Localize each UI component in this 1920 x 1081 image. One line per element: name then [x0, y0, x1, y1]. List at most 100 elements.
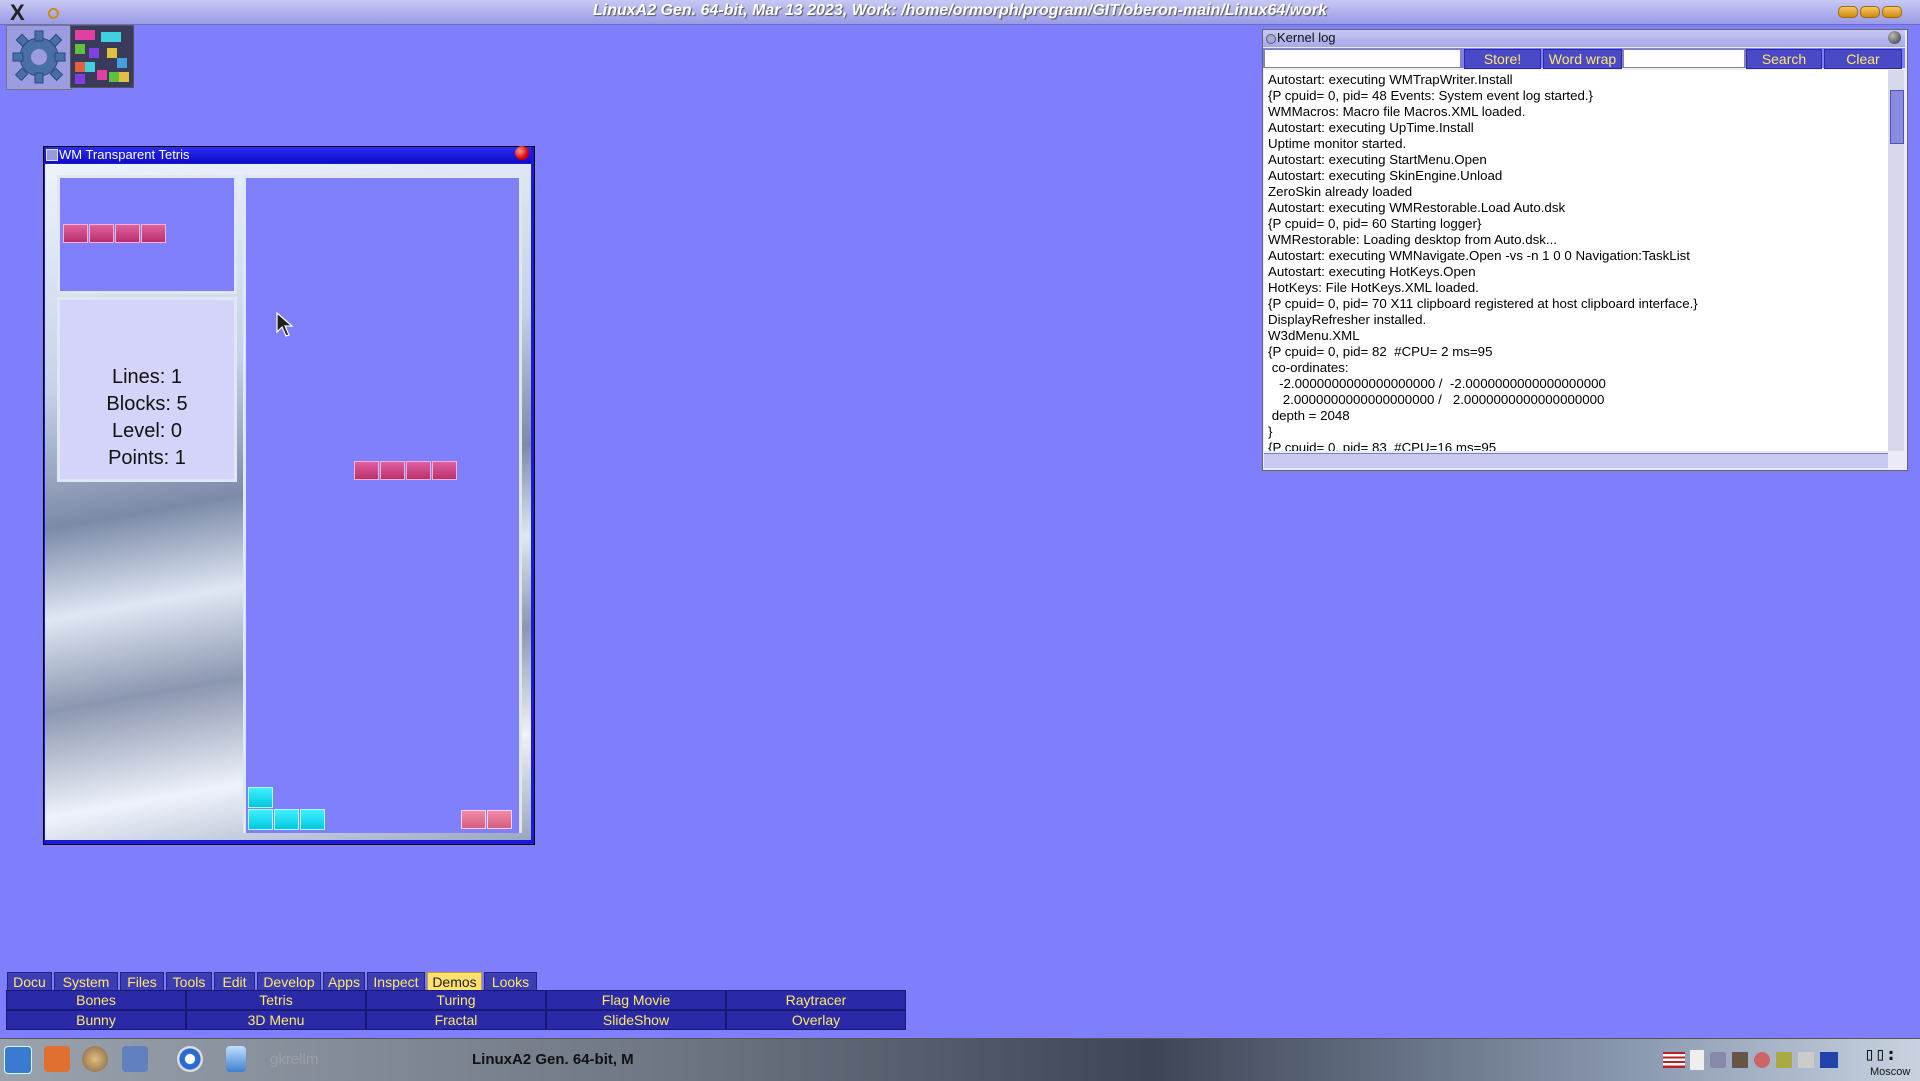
preview-block	[115, 224, 140, 243]
log-line: DisplayRefresher installed.	[1268, 312, 1427, 327]
menu-item-fractal[interactable]: Fractal	[366, 1010, 546, 1030]
home-icon[interactable]	[44, 1046, 70, 1072]
tetris-close-button[interactable]	[515, 146, 529, 160]
log-line: depth = 2048	[1268, 408, 1350, 423]
preview-block	[63, 224, 88, 243]
chromium-icon[interactable]	[177, 1046, 203, 1072]
tab-edit[interactable]: Edit	[214, 972, 255, 992]
tab-system[interactable]: System	[54, 972, 118, 992]
color-icon[interactable]	[1754, 1052, 1770, 1068]
log-line: WMMacros: Macro file Macros.XML loaded.	[1268, 104, 1526, 119]
maximize-button[interactable]	[1860, 6, 1880, 18]
tab-docu[interactable]: Docu	[7, 972, 52, 992]
horizontal-scrollbar[interactable]	[1264, 453, 1888, 468]
menu-item-raytracer[interactable]: Raytracer	[726, 990, 906, 1010]
tetris-window-title: WM Transparent Tetris	[59, 147, 190, 162]
log-line: Autostart: executing WMRestorable.Load A…	[1268, 200, 1566, 215]
tab-develop[interactable]: Develop	[257, 972, 321, 992]
log-line: Autostart: executing StartMenu.Open	[1268, 152, 1487, 167]
falling-block	[354, 461, 379, 480]
level-stat: Level: 0	[111, 420, 183, 442]
clock-icon[interactable]: ▯▯:	[1864, 1044, 1914, 1065]
preview-block	[141, 224, 166, 243]
search-input[interactable]	[1623, 49, 1745, 68]
landed-block	[248, 787, 273, 808]
log-line: {P cpuid= 0, pid= 83 #CPU=16 ms=95	[1268, 440, 1497, 451]
clipboard-icon[interactable]	[1690, 1050, 1704, 1070]
settings-gear-icon[interactable]	[6, 25, 72, 90]
tab-looks[interactable]: Looks	[484, 972, 537, 992]
menu-item-slideshow[interactable]: SlideShow	[546, 1010, 726, 1030]
kernel-log-close-button[interactable]	[1888, 31, 1901, 44]
printer-icon[interactable]	[1798, 1052, 1814, 1068]
log-line: }	[1268, 424, 1273, 439]
system-tray[interactable]	[1660, 1046, 1840, 1074]
kernel-log-title: Kernel log	[1277, 30, 1336, 45]
log-line: ZeroSkin already loaded	[1268, 184, 1413, 199]
kde-start-icon[interactable]	[4, 1046, 32, 1074]
filter-input[interactable]	[1264, 49, 1461, 68]
kernel-log-title-bar[interactable]: Kernel log	[1263, 30, 1905, 47]
mail-icon[interactable]	[122, 1046, 148, 1072]
minimize-button[interactable]	[1838, 6, 1858, 18]
word-wrap-button[interactable]: Word wrap	[1543, 49, 1622, 69]
tetris-board[interactable]	[243, 175, 522, 833]
log-line: Autostart: executing WMNavigate.Open -vs…	[1268, 248, 1691, 263]
log-line: 2.0000000000000000000 / 2.00000000000000…	[1268, 392, 1605, 407]
landed-block	[300, 809, 325, 830]
log-line: Autostart: executing SkinEngine.Unload	[1268, 168, 1503, 183]
vertical-scroll-thumb[interactable]	[1890, 90, 1904, 144]
kernel-log-text[interactable]: Autostart: executing WMTrapWriter.Instal…	[1264, 70, 1888, 451]
network-globe-icon[interactable]	[82, 1046, 108, 1072]
landed-block	[274, 809, 299, 830]
volume-icon[interactable]	[1710, 1052, 1726, 1068]
points-stat: Points: 1	[108, 447, 186, 469]
menu-item-bones[interactable]: Bones	[6, 990, 186, 1010]
menu-item-bunny[interactable]: Bunny	[6, 1010, 186, 1030]
files-icon[interactable]	[226, 1046, 246, 1072]
falling-block	[406, 461, 431, 480]
menu-item-3d-menu[interactable]: 3D Menu	[186, 1010, 366, 1030]
update-icon[interactable]	[1776, 1052, 1792, 1068]
taskbar-item-linuxa2[interactable]: LinuxA2 Gen. 64-bit, M	[472, 1051, 634, 1068]
clock-city: Moscow	[1870, 1066, 1911, 1078]
taskbar-item-gkrellm[interactable]: gkrellm	[270, 1051, 318, 1068]
mouse-cursor-icon	[276, 312, 294, 337]
log-line: -2.0000000000000000000 / -2.000000000000…	[1268, 376, 1606, 391]
tab-tools[interactable]: Tools	[166, 972, 212, 992]
menu-item-flag-movie[interactable]: Flag Movie	[546, 990, 726, 1010]
close-button[interactable]	[1882, 6, 1902, 18]
menu-item-tetris[interactable]: Tetris	[186, 990, 366, 1010]
menu-item-turing[interactable]: Turing	[366, 990, 546, 1010]
tab-inspect[interactable]: Inspect	[367, 972, 425, 992]
tetris-title-bar[interactable]: WM Transparent Tetris	[45, 147, 531, 163]
us-flag-icon[interactable]	[1663, 1052, 1685, 1068]
log-line: Autostart: executing HotKeys.Open	[1268, 264, 1476, 279]
log-line: {P cpuid= 0, pid= 82 #CPU= 2 ms=95	[1268, 344, 1493, 359]
store-button[interactable]: Store!	[1464, 49, 1541, 69]
landed-block	[248, 809, 273, 830]
landed-block	[487, 810, 512, 829]
window-menu-icon[interactable]	[1266, 34, 1276, 44]
tab-apps[interactable]: Apps	[323, 972, 365, 992]
log-line: co-ordinates:	[1268, 360, 1349, 375]
next-piece-preview	[57, 175, 237, 294]
clear-button[interactable]: Clear	[1824, 49, 1902, 69]
log-line: Autostart: executing WMTrapWriter.Instal…	[1268, 72, 1513, 87]
landed-block	[461, 810, 486, 829]
window-menu-icon[interactable]	[46, 149, 58, 161]
preview-block	[89, 224, 114, 243]
log-line: Autostart: executing UpTime.Install	[1268, 120, 1474, 135]
battery-icon[interactable]	[1732, 1052, 1748, 1068]
log-line: WMRestorable: Loading desktop from Auto.…	[1268, 232, 1557, 247]
tab-demos[interactable]: Demos	[427, 972, 482, 992]
search-button[interactable]: Search	[1746, 49, 1822, 69]
display-icon[interactable]	[1820, 1052, 1838, 1068]
blocks-stat: Blocks: 5	[106, 393, 188, 415]
falling-block	[432, 461, 457, 480]
falling-block	[380, 461, 405, 480]
display-title: LinuxA2 Gen. 64-bit, Mar 13 2023, Work: …	[592, 2, 1328, 19]
tetris-app-icon[interactable]	[70, 25, 134, 88]
menu-item-overlay[interactable]: Overlay	[726, 1010, 906, 1030]
tab-files[interactable]: Files	[120, 972, 164, 992]
